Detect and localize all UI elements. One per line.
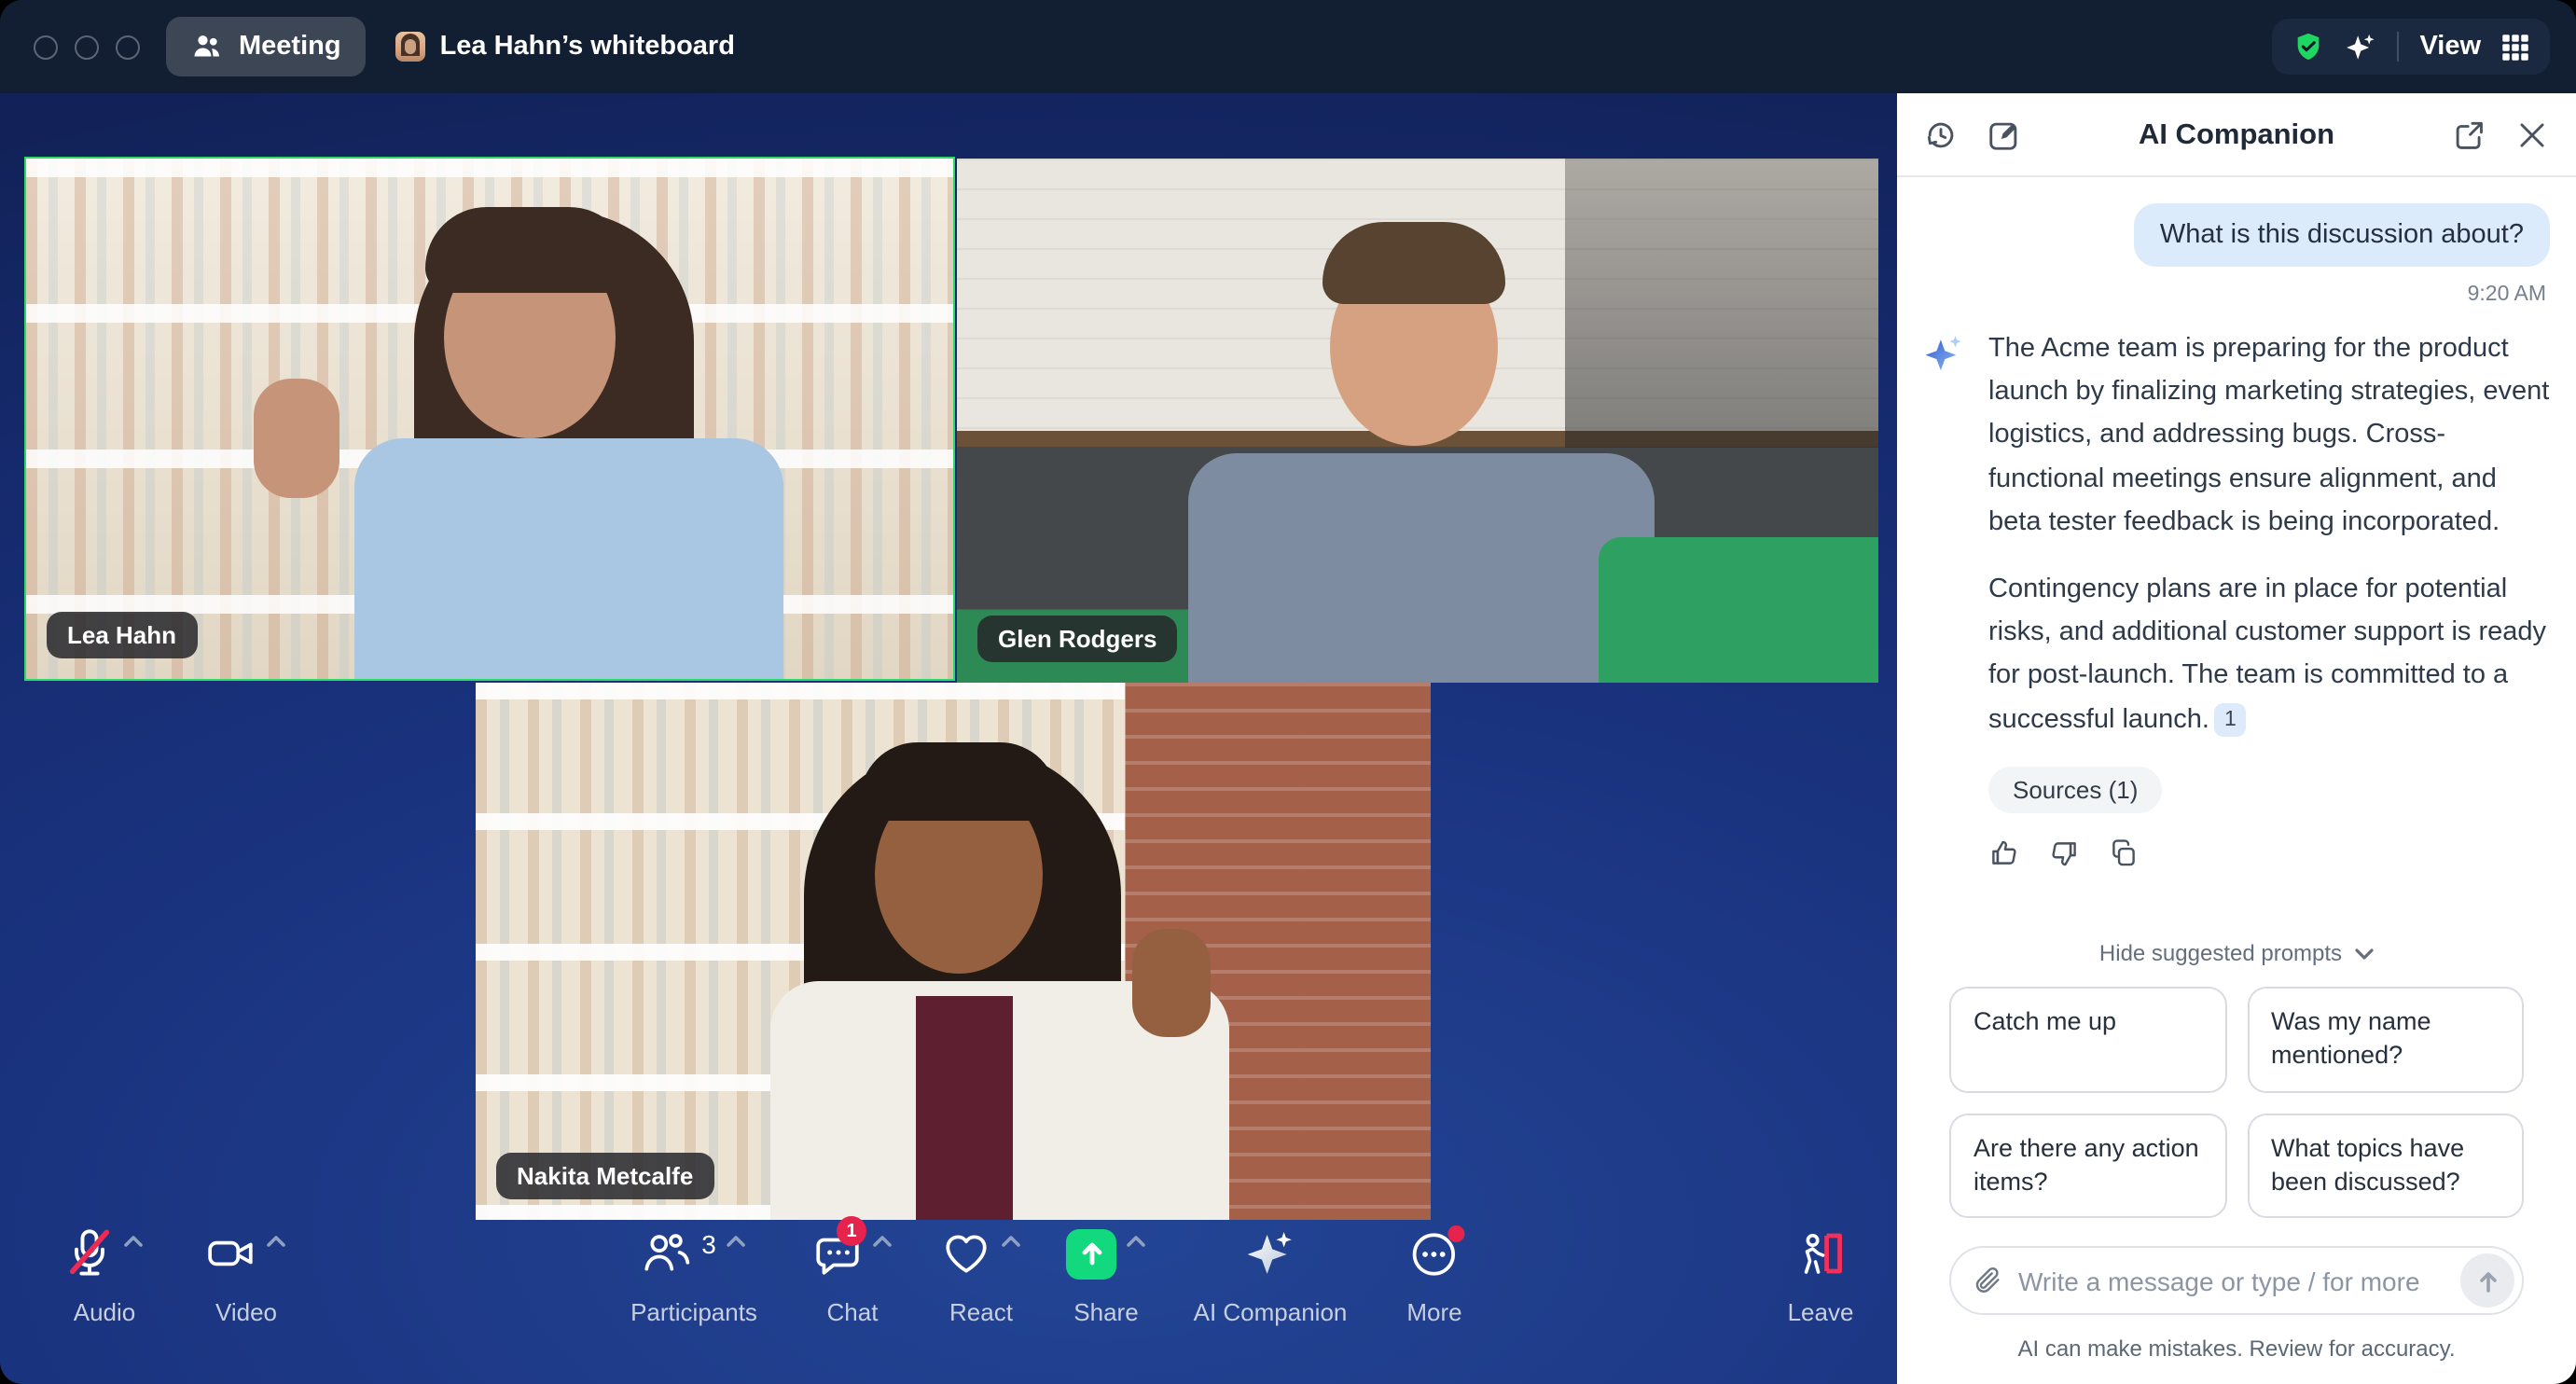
leave-label: Leave (1787, 1298, 1854, 1326)
citation-badge[interactable]: 1 (2214, 702, 2246, 737)
microphone-muted-icon (69, 1229, 110, 1276)
prompt-card-catch-me-up[interactable]: Catch me up (1949, 987, 2226, 1093)
video-button[interactable]: Video (206, 1225, 286, 1326)
chevron-up-icon[interactable] (872, 1234, 893, 1247)
window-controls[interactable] (34, 35, 140, 59)
prompt-card-name-mentioned[interactable]: Was my name mentioned? (2247, 987, 2524, 1093)
window-close-button[interactable] (34, 35, 58, 59)
titlebar-right-cluster: View (2272, 19, 2550, 75)
suggested-prompts-grid: Catch me up Was my name mentioned? Are t… (1923, 987, 2550, 1218)
close-icon[interactable] (2514, 118, 2550, 153)
audio-label: Audio (73, 1298, 136, 1326)
ai-response-paragraph: The Acme team is preparing for the produ… (1988, 334, 2550, 537)
zoom-meeting-window: Meeting Lea Hahn’s whiteboard View Lea H… (0, 0, 2576, 1384)
chevron-up-icon[interactable] (1001, 1234, 1021, 1247)
security-shield-icon[interactable] (2292, 30, 2324, 63)
hide-prompts-label: Hide suggested prompts (2098, 940, 2343, 967)
ai-response-text: Contingency plans are in place for poten… (1988, 574, 2547, 734)
heart-icon (946, 1235, 987, 1273)
message-input[interactable] (2018, 1266, 2445, 1295)
message-timestamp: 9:20 AM (2467, 284, 2546, 306)
response-feedback-row (1988, 837, 2550, 868)
history-icon[interactable] (1923, 118, 1959, 153)
ai-avatar-sparkle-icon (1925, 336, 1961, 371)
ai-companion-sparkle-icon (1247, 1232, 1293, 1274)
participant-name-tag: Lea Hahn (47, 612, 198, 658)
prompt-card-topics-discussed[interactable]: What topics have been discussed? (2247, 1113, 2524, 1218)
video-tile-nakita-metcalfe[interactable]: Nakita Metcalfe (476, 683, 1431, 1220)
meeting-stage: Lea Hahn Glen Rodgers Nakita Metcalfe Au… (0, 93, 1897, 1384)
copy-icon[interactable] (2108, 837, 2140, 868)
thumbs-down-icon[interactable] (2048, 837, 2080, 868)
message-composer (1949, 1246, 2524, 1315)
view-menu-label[interactable]: View (2419, 32, 2481, 62)
title-bar: Meeting Lea Hahn’s whiteboard View (0, 0, 2576, 93)
video-tile-lea-hahn[interactable]: Lea Hahn (24, 157, 955, 681)
sources-button[interactable]: Sources (1) (1988, 766, 2163, 813)
leave-button[interactable]: Leave (1787, 1225, 1854, 1326)
share-screen-icon (1066, 1228, 1116, 1279)
share-button[interactable]: Share (1066, 1225, 1146, 1326)
tab-whiteboard-label: Lea Hahn’s whiteboard (439, 32, 735, 62)
chevron-down-icon (2354, 948, 2373, 959)
window-minimize-button[interactable] (75, 35, 99, 59)
thumbs-up-icon[interactable] (1988, 837, 2020, 868)
chevron-up-icon[interactable] (1126, 1234, 1146, 1247)
more-label: More (1406, 1298, 1462, 1326)
video-label: Video (215, 1298, 277, 1326)
chat-button[interactable]: 1 Chat (812, 1216, 893, 1326)
gallery-view-grid-icon[interactable] (2501, 33, 2529, 61)
whiteboard-owner-avatar (395, 32, 425, 62)
attachment-paperclip-icon[interactable] (1972, 1265, 2003, 1296)
send-button[interactable] (2460, 1253, 2514, 1308)
participant-name-tag: Nakita Metcalfe (496, 1153, 714, 1199)
chat-label: Chat (826, 1298, 879, 1326)
ai-chat-thread: What is this discussion about? 9:20 AM T… (1897, 177, 2576, 1384)
participants-button[interactable]: 3 Participants (630, 1225, 757, 1326)
participants-count: 3 (701, 1229, 716, 1259)
send-arrow-icon (2479, 1271, 2496, 1292)
audio-button[interactable]: Audio (65, 1225, 144, 1326)
react-button[interactable]: React (941, 1225, 1021, 1326)
tab-meeting[interactable]: Meeting (166, 17, 366, 76)
ai-companion-label: AI Companion (1193, 1298, 1348, 1326)
ai-companion-button[interactable]: AI Companion (1193, 1225, 1348, 1326)
share-label: Share (1073, 1298, 1139, 1326)
react-label: React (949, 1298, 1013, 1326)
meeting-toolbar: Audio Video 3 Participants 1 Chat React … (0, 1205, 1897, 1384)
more-notification-dot (1448, 1225, 1465, 1241)
tab-meeting-label: Meeting (239, 32, 341, 62)
chevron-up-icon[interactable] (123, 1234, 144, 1247)
chat-unread-badge: 1 (837, 1216, 866, 1246)
video-tile-glen-rodgers[interactable]: Glen Rodgers (957, 159, 1878, 683)
ai-disclaimer: AI can make mistakes. Review for accurac… (2017, 1336, 2456, 1362)
ai-panel-header: AI Companion (1897, 93, 2576, 177)
more-button[interactable]: More (1406, 1225, 1465, 1326)
chevron-up-icon[interactable] (726, 1234, 746, 1247)
participants-icon (644, 1234, 690, 1271)
people-icon (194, 35, 219, 57)
titlebar-divider (2397, 32, 2400, 62)
video-camera-icon (208, 1240, 253, 1266)
ai-companion-panel: AI Companion What is this discussion abo… (1897, 93, 2576, 1384)
hide-suggested-prompts-toggle[interactable]: Hide suggested prompts (1923, 940, 2550, 966)
chevron-up-icon[interactable] (266, 1234, 286, 1247)
ai-companion-sparkle-icon[interactable] (2345, 31, 2376, 62)
new-chat-icon[interactable] (1987, 118, 2022, 153)
ai-response: The Acme team is preparing for the produ… (1923, 328, 2550, 868)
user-message-bubble: What is this discussion about? (2133, 203, 2550, 267)
leave-meeting-icon (1804, 1233, 1842, 1274)
prompt-card-action-items[interactable]: Are there any action items? (1949, 1113, 2226, 1218)
participants-label: Participants (630, 1298, 757, 1326)
window-zoom-button[interactable] (116, 35, 140, 59)
participant-video-placeholder (957, 159, 1878, 683)
pop-out-icon[interactable] (2451, 118, 2486, 153)
participant-video-placeholder (476, 683, 1431, 1220)
participant-name-tag: Glen Rodgers (977, 616, 1178, 662)
tab-whiteboard[interactable]: Lea Hahn’s whiteboard (395, 32, 735, 62)
participant-video-placeholder (26, 159, 953, 679)
ai-response-paragraph: Contingency plans are in place for poten… (1988, 569, 2550, 742)
